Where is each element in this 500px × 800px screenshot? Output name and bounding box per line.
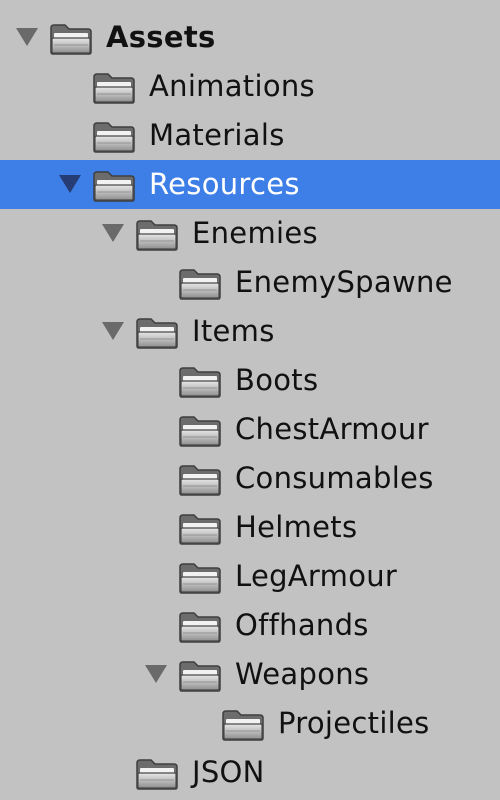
tree-item-label: Offhands (235, 608, 369, 642)
tree-item-projectiles[interactable]: Projectiles (0, 699, 500, 748)
tree-item-weapons[interactable]: Weapons (0, 650, 500, 699)
tree-item-label: Helmets (235, 510, 358, 544)
tree-item-label: Enemies (192, 216, 318, 250)
tree-item-label: EnemySpawne (235, 265, 453, 299)
tree-item-label: Materials (149, 118, 285, 152)
tree-item-json[interactable]: JSON (0, 748, 500, 797)
folder-icon (221, 708, 265, 742)
tree-item-label: JSON (192, 755, 265, 789)
tree-item-boots[interactable]: Boots (0, 356, 500, 405)
folder-icon (178, 610, 222, 644)
tree-item-helmets[interactable]: Helmets (0, 503, 500, 552)
folder-icon (135, 316, 179, 350)
tree-item-materials[interactable]: Materials (0, 111, 500, 160)
expand-arrow-icon[interactable] (16, 28, 38, 46)
folder-icon (49, 22, 93, 56)
folder-icon (178, 463, 222, 497)
tree-item-consumables[interactable]: Consumables (0, 454, 500, 503)
expand-arrow-icon[interactable] (102, 224, 124, 242)
tree-item-label: Items (192, 314, 275, 348)
folder-icon (92, 169, 136, 203)
tree-item-enemyspawne[interactable]: EnemySpawne (0, 258, 500, 307)
tree-item-label: ChestArmour (235, 412, 429, 446)
tree-item-label: Animations (149, 69, 315, 103)
folder-icon (178, 561, 222, 595)
tree-item-legarmour[interactable]: LegArmour (0, 552, 500, 601)
tree-item-enemies[interactable]: Enemies (0, 209, 500, 258)
folder-icon (178, 512, 222, 546)
folder-icon (92, 120, 136, 154)
tree-item-label: Weapons (235, 657, 370, 691)
project-folder-tree: Assets Animations Materials Resources Enemie… (0, 0, 500, 800)
expand-arrow-icon[interactable] (145, 665, 167, 683)
tree-item-label: Assets (106, 20, 216, 54)
tree-item-label: Resources (149, 167, 300, 201)
tree-item-offhands[interactable]: Offhands (0, 601, 500, 650)
tree-item-animations[interactable]: Animations (0, 62, 500, 111)
tree-item-label: Boots (235, 363, 319, 397)
tree-item-assets[interactable]: Assets (0, 13, 500, 62)
tree-item-resources[interactable]: Resources (0, 160, 500, 209)
tree-item-label: Projectiles (278, 706, 430, 740)
folder-icon (135, 218, 179, 252)
folder-icon (92, 71, 136, 105)
tree-item-chestarmour[interactable]: ChestArmour (0, 405, 500, 454)
folder-icon (178, 365, 222, 399)
folder-icon (135, 757, 179, 791)
folder-icon (178, 414, 222, 448)
tree-item-label: Consumables (235, 461, 434, 495)
expand-arrow-icon[interactable] (102, 322, 124, 340)
tree-item-label: LegArmour (235, 559, 398, 593)
expand-arrow-icon[interactable] (59, 175, 81, 193)
folder-icon (178, 267, 222, 301)
tree-item-items[interactable]: Items (0, 307, 500, 356)
folder-icon (178, 659, 222, 693)
